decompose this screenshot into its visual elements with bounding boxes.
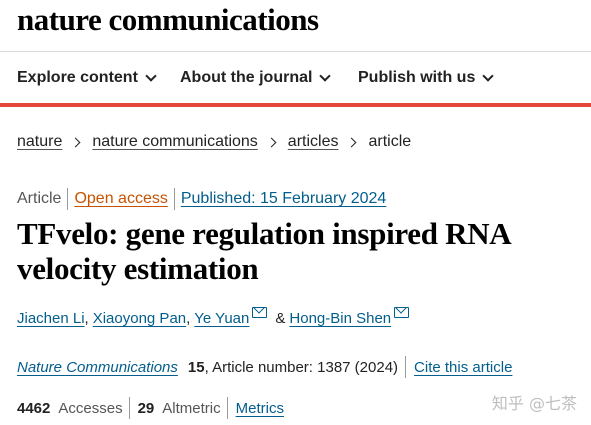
accesses-label: Accesses [58, 399, 123, 417]
citation-line: Nature Communications 15 , Article numbe… [17, 356, 512, 378]
altmetric-label: Altmetric [162, 399, 221, 417]
site-logo[interactable]: nature communications [17, 2, 319, 38]
main-nav: Explore content About the journal Publis… [0, 52, 591, 107]
breadcrumb-current: article [368, 133, 412, 150]
breadcrumb-articles[interactable]: articles [288, 133, 339, 151]
journal-link[interactable]: Nature Communications [17, 359, 178, 376]
breadcrumb-nature[interactable]: nature [17, 133, 62, 151]
divider [128, 397, 130, 419]
divider [226, 397, 228, 419]
article-title: TFvelo: gene regulation inspired RNA vel… [17, 216, 510, 286]
author-separator: & [275, 310, 286, 327]
nav-publish-with-us[interactable]: Publish with us [358, 69, 495, 87]
published-date-link[interactable]: Published: 15 February 2024 [181, 190, 386, 208]
nav-explore-content[interactable]: Explore content [17, 69, 157, 87]
divider [67, 188, 69, 210]
altmetric-score: 29 [137, 399, 155, 417]
author-list: Jiachen Li , Xiaoyong Pan , Ye Yuan & Ho… [17, 307, 410, 327]
chevron-down-icon [145, 70, 157, 82]
author-link[interactable]: Xiaoyong Pan [93, 310, 186, 327]
accesses-count: 4462 [17, 399, 51, 417]
open-access-link[interactable]: Open access [74, 190, 167, 208]
breadcrumb-nature-communications[interactable]: nature communications [92, 133, 257, 151]
author-link[interactable]: Ye Yuan [194, 310, 249, 327]
nav-about-journal[interactable]: About the journal [180, 69, 332, 87]
chevron-down-icon [482, 70, 495, 82]
watermark: 知乎 @七茶 [491, 394, 577, 413]
email-icon[interactable] [394, 307, 410, 318]
article-number: , Article number: 1387 (2024) [204, 358, 399, 376]
nav-item-label: About the journal [180, 69, 313, 86]
chevron-right-icon [266, 137, 277, 147]
chevron-right-icon [347, 137, 357, 147]
volume-number: 15 [187, 358, 205, 376]
nav-item-label: Explore content [17, 69, 138, 86]
article-meta: Article Open access Published: 15 Februa… [17, 188, 386, 210]
metrics-bar: 4462 Accesses 29 Altmetric Metrics [17, 397, 284, 419]
metrics-link[interactable]: Metrics [236, 400, 284, 417]
chevron-down-icon [319, 70, 332, 82]
divider [405, 356, 407, 378]
nav-item-label: Publish with us [358, 69, 476, 86]
author-link[interactable]: Jiachen Li [17, 310, 85, 327]
author-separator: , [186, 310, 191, 327]
site-header: nature communications [0, 0, 591, 52]
chevron-right-icon [70, 137, 81, 147]
author-separator: , [84, 310, 89, 327]
author-link[interactable]: Hong-Bin Shen [289, 310, 391, 327]
divider [173, 188, 175, 210]
breadcrumb: nature nature communications articles ar… [17, 133, 411, 151]
email-icon[interactable] [252, 307, 268, 318]
article-type: Article [17, 190, 62, 207]
cite-this-article-link[interactable]: Cite this article [414, 359, 512, 376]
